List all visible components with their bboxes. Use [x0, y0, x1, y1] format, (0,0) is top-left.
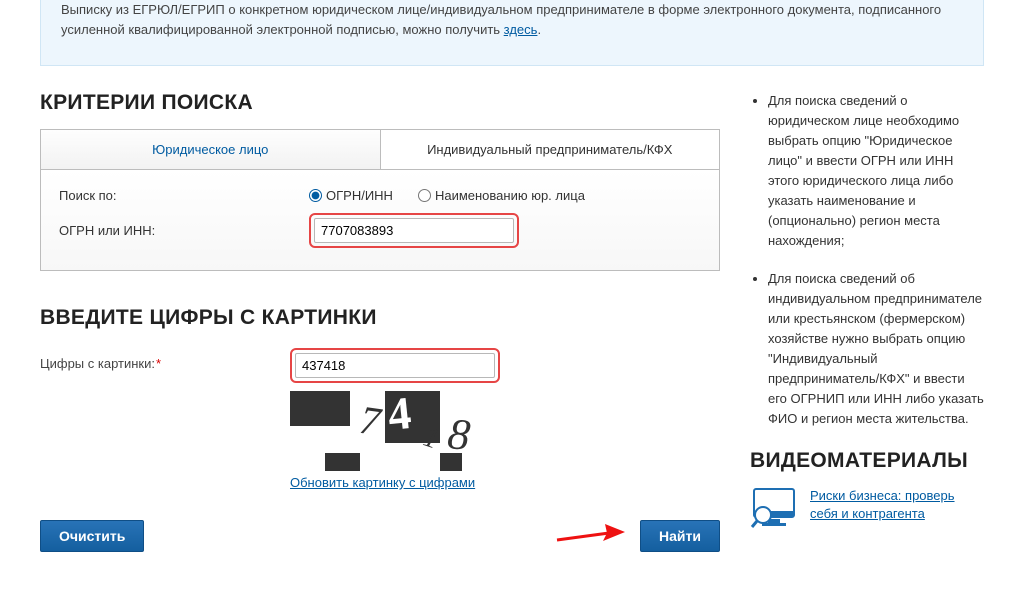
help-list: Для поиска сведений о юридическом лице н… — [768, 91, 984, 429]
video-monitor-icon — [750, 487, 798, 533]
find-button[interactable]: Найти — [640, 520, 720, 552]
notice-text-after: . — [537, 22, 541, 37]
clear-button[interactable]: Очистить — [40, 520, 144, 552]
radio-ogrn-inn-input[interactable] — [309, 189, 322, 202]
highlight-ogrn-input — [309, 213, 519, 248]
notice-text-before: Выписку из ЕГРЮЛ/ЕГРИП о конкретном юрид… — [61, 2, 941, 37]
criteria-panel: Поиск по: ОГРН/ИНН Наименованию юр. лица — [40, 169, 720, 271]
input-captcha[interactable] — [295, 353, 495, 378]
captcha-image: 4 3 7 4 1 8 — [290, 391, 500, 471]
label-search-by: Поиск по: — [59, 188, 309, 203]
help-list-item: Для поиска сведений о юридическом лице н… — [768, 91, 984, 251]
input-ogrn-inn[interactable] — [314, 218, 514, 243]
radio-ogrn-inn[interactable]: ОГРН/ИНН — [309, 188, 393, 203]
radio-by-name[interactable]: Наименованию юр. лица — [418, 188, 585, 203]
radio-by-name-input[interactable] — [418, 189, 431, 202]
required-asterisk: * — [156, 356, 161, 371]
video-link-business-risks[interactable]: Риски бизнеса: проверь себя и контрагент… — [810, 487, 984, 523]
tab-legal-entity[interactable]: Юридическое лицо — [41, 130, 381, 169]
label-captcha-text: Цифры с картинки: — [40, 356, 155, 371]
help-list-item: Для поиска сведений об индивидуальном пр… — [768, 269, 984, 429]
tab-individual-entrepreneur[interactable]: Индивидуальный предприниматель/КФХ — [381, 130, 720, 169]
radio-ogrn-inn-label: ОГРН/ИНН — [326, 188, 393, 203]
heading-criteria: КРИТЕРИИ ПОИСКА — [40, 91, 720, 115]
notice-link[interactable]: здесь — [504, 22, 538, 37]
label-captcha: Цифры с картинки:* — [40, 348, 290, 371]
link-refresh-captcha[interactable]: Обновить картинку с цифрами — [290, 475, 475, 490]
label-ogrn-inn: ОГРН или ИНН: — [59, 223, 309, 238]
notice-box: Выписку из ЕГРЮЛ/ЕГРИП о конкретном юрид… — [40, 0, 984, 66]
highlight-captcha-input — [290, 348, 500, 383]
arrow-annotation-icon — [555, 524, 625, 548]
radio-by-name-label: Наименованию юр. лица — [435, 188, 585, 203]
tab-row: Юридическое лицо Индивидуальный предприн… — [40, 129, 720, 169]
heading-video: ВИДЕОМАТЕРИАЛЫ — [750, 449, 984, 473]
heading-captcha: ВВЕДИТЕ ЦИФРЫ С КАРТИНКИ — [40, 306, 720, 330]
